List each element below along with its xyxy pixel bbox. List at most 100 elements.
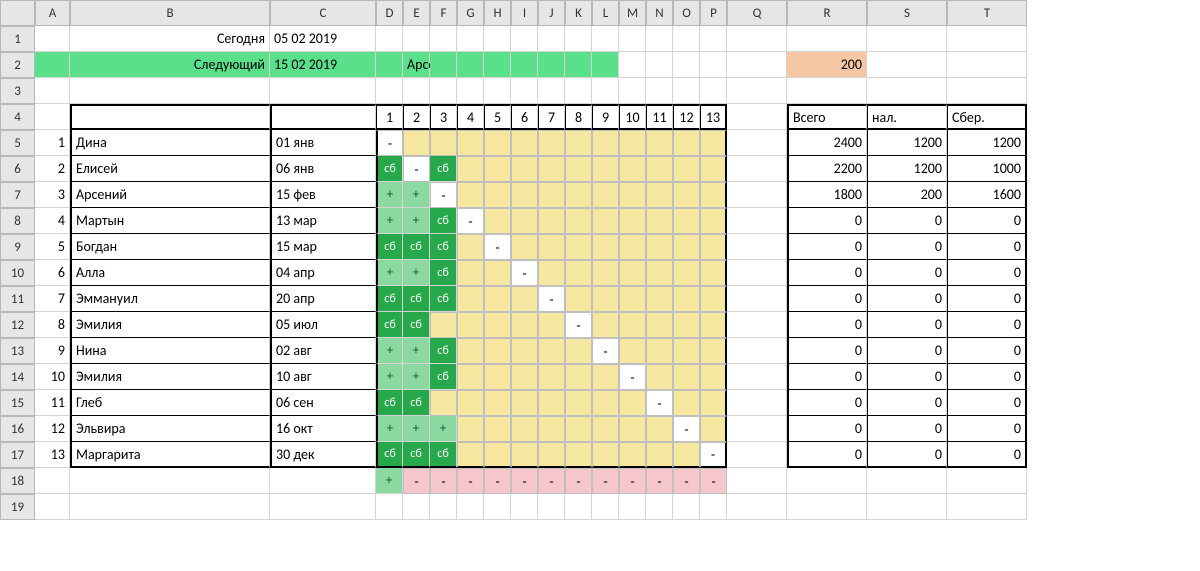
mark-cell[interactable] bbox=[673, 286, 700, 312]
summary-mark[interactable]: + bbox=[376, 468, 403, 494]
mark-cell[interactable] bbox=[646, 338, 673, 364]
summary-mark[interactable]: - bbox=[700, 468, 727, 494]
cell[interactable] bbox=[457, 78, 484, 104]
summary-mark[interactable]: - bbox=[538, 468, 565, 494]
num-header[interactable]: 10 bbox=[619, 104, 646, 130]
person-num[interactable]: 3 bbox=[35, 182, 70, 208]
person-name[interactable]: Елисей bbox=[70, 156, 270, 182]
mark-cell[interactable] bbox=[565, 208, 592, 234]
num-header[interactable]: 5 bbox=[484, 104, 511, 130]
total-t[interactable]: 0 bbox=[947, 390, 1027, 416]
mark-cell[interactable] bbox=[673, 156, 700, 182]
mark-cell[interactable] bbox=[592, 390, 619, 416]
mark-cell[interactable] bbox=[430, 390, 457, 416]
cell[interactable] bbox=[646, 52, 673, 78]
mark-cell[interactable] bbox=[619, 338, 646, 364]
row-header[interactable]: 13 bbox=[0, 338, 35, 364]
total-r[interactable]: 0 bbox=[787, 338, 867, 364]
person-name[interactable]: Дина bbox=[70, 130, 270, 156]
mark-cell[interactable] bbox=[673, 208, 700, 234]
total-r[interactable]: 0 bbox=[787, 442, 867, 468]
mark-cell[interactable] bbox=[592, 364, 619, 390]
mark-cell[interactable] bbox=[457, 130, 484, 156]
mark-cell[interactable] bbox=[565, 156, 592, 182]
col-header[interactable]: T bbox=[947, 0, 1027, 26]
mark-cell[interactable] bbox=[511, 286, 538, 312]
cell[interactable] bbox=[430, 78, 457, 104]
cell[interactable] bbox=[727, 52, 787, 78]
cell[interactable] bbox=[538, 78, 565, 104]
cell[interactable] bbox=[867, 494, 947, 520]
mark-cell[interactable] bbox=[565, 390, 592, 416]
col-header[interactable]: C bbox=[270, 0, 376, 26]
mark-cell[interactable] bbox=[673, 260, 700, 286]
col-header[interactable]: E bbox=[403, 0, 430, 26]
num-header[interactable]: 11 bbox=[646, 104, 673, 130]
cell[interactable] bbox=[270, 78, 376, 104]
total-t[interactable]: 0 bbox=[947, 364, 1027, 390]
person-num[interactable]: 9 bbox=[35, 338, 70, 364]
mark-cell[interactable] bbox=[673, 312, 700, 338]
mark-cell[interactable] bbox=[700, 182, 727, 208]
cell[interactable] bbox=[403, 494, 430, 520]
totals-header-s[interactable]: нал. bbox=[867, 104, 947, 130]
person-date[interactable]: 06 сен bbox=[270, 390, 376, 416]
cell[interactable] bbox=[484, 52, 511, 78]
next-label[interactable]: Следующий bbox=[70, 52, 270, 78]
total-s[interactable]: 0 bbox=[867, 390, 947, 416]
cell[interactable] bbox=[403, 78, 430, 104]
mark-cell[interactable] bbox=[646, 312, 673, 338]
cell[interactable] bbox=[70, 468, 270, 494]
cell[interactable] bbox=[270, 468, 376, 494]
mark-cell[interactable] bbox=[484, 130, 511, 156]
summary-mark[interactable]: - bbox=[430, 468, 457, 494]
person-date[interactable]: 02 авг bbox=[270, 338, 376, 364]
mark-cell[interactable]: + bbox=[403, 416, 430, 442]
person-date[interactable]: 01 янв bbox=[270, 130, 376, 156]
person-num[interactable]: 12 bbox=[35, 416, 70, 442]
mark-cell[interactable] bbox=[457, 416, 484, 442]
cell[interactable] bbox=[727, 442, 787, 468]
mark-cell[interactable] bbox=[565, 416, 592, 442]
today-label[interactable]: Сегодня bbox=[70, 26, 270, 52]
mark-cell[interactable] bbox=[484, 338, 511, 364]
col-header[interactable]: D bbox=[376, 0, 403, 26]
mark-cell[interactable]: сб bbox=[430, 208, 457, 234]
mark-cell[interactable] bbox=[538, 416, 565, 442]
mark-cell[interactable]: + bbox=[430, 416, 457, 442]
mark-cell[interactable]: - bbox=[565, 312, 592, 338]
person-date[interactable]: 20 апр bbox=[270, 286, 376, 312]
total-s[interactable]: 1200 bbox=[867, 156, 947, 182]
col-header[interactable]: R bbox=[787, 0, 867, 26]
cell[interactable] bbox=[457, 52, 484, 78]
cell[interactable] bbox=[484, 78, 511, 104]
person-num[interactable]: 4 bbox=[35, 208, 70, 234]
mark-cell[interactable]: сб bbox=[403, 286, 430, 312]
num-header[interactable]: 8 bbox=[565, 104, 592, 130]
mark-cell[interactable] bbox=[565, 364, 592, 390]
cell[interactable] bbox=[700, 26, 727, 52]
person-num[interactable]: 8 bbox=[35, 312, 70, 338]
mark-cell[interactable] bbox=[538, 364, 565, 390]
total-t[interactable]: 0 bbox=[947, 442, 1027, 468]
mark-cell[interactable] bbox=[592, 156, 619, 182]
total-t[interactable]: 0 bbox=[947, 208, 1027, 234]
person-date[interactable]: 06 янв bbox=[270, 156, 376, 182]
cell[interactable] bbox=[430, 52, 457, 78]
num-header[interactable]: 4 bbox=[457, 104, 484, 130]
summary-mark[interactable]: - bbox=[592, 468, 619, 494]
person-name[interactable]: Эльвира bbox=[70, 416, 270, 442]
mark-cell[interactable] bbox=[673, 182, 700, 208]
mark-cell[interactable]: сб bbox=[430, 260, 457, 286]
mark-cell[interactable] bbox=[619, 260, 646, 286]
person-date[interactable]: 05 июл bbox=[270, 312, 376, 338]
mark-cell[interactable] bbox=[619, 286, 646, 312]
row-header[interactable]: 2 bbox=[0, 52, 35, 78]
person-num[interactable]: 10 bbox=[35, 364, 70, 390]
mark-cell[interactable] bbox=[484, 416, 511, 442]
cell[interactable] bbox=[270, 494, 376, 520]
mark-cell[interactable] bbox=[565, 260, 592, 286]
mark-cell[interactable]: - bbox=[700, 442, 727, 468]
num-header[interactable]: 1 bbox=[376, 104, 403, 130]
cell[interactable] bbox=[673, 26, 700, 52]
